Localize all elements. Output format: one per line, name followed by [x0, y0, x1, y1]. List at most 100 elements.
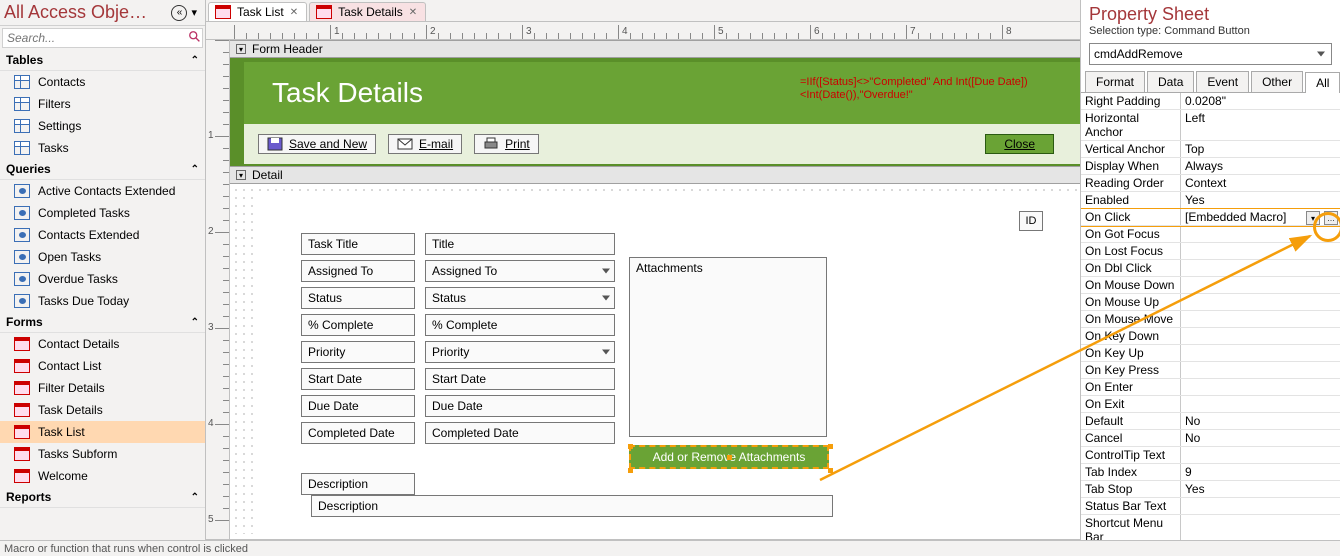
property-value[interactable]: No	[1181, 430, 1340, 446]
property-row[interactable]: Tab Index9	[1081, 464, 1340, 481]
field-label[interactable]: % Complete	[301, 314, 415, 336]
property-row[interactable]: Status Bar Text	[1081, 498, 1340, 515]
property-row[interactable]: On Mouse Down	[1081, 277, 1340, 294]
field-control[interactable]: Due Date	[425, 395, 615, 417]
property-row[interactable]: On Key Up	[1081, 345, 1340, 362]
property-value[interactable]: Context	[1181, 175, 1340, 191]
property-row[interactable]: DefaultNo	[1081, 413, 1340, 430]
property-row[interactable]: On Lost Focus	[1081, 243, 1340, 260]
property-value[interactable]: Always	[1181, 158, 1340, 174]
property-value[interactable]	[1181, 447, 1340, 463]
section-bar-form-header[interactable]: ▾ Form Header	[230, 40, 1080, 58]
property-row[interactable]: Display WhenAlways	[1081, 158, 1340, 175]
property-row[interactable]: On Enter	[1081, 379, 1340, 396]
property-row[interactable]: CancelNo	[1081, 430, 1340, 447]
nav-section-forms[interactable]: Forms⌃	[0, 312, 205, 333]
id-textbox[interactable]: ID	[1019, 211, 1043, 231]
property-value[interactable]: Yes	[1181, 481, 1340, 497]
property-value[interactable]: No	[1181, 413, 1340, 429]
close-icon[interactable]: ✕	[409, 7, 417, 18]
nav-item[interactable]: Completed Tasks	[0, 202, 205, 224]
property-row[interactable]: On Dbl Click	[1081, 260, 1340, 277]
property-value[interactable]	[1181, 243, 1340, 259]
property-row[interactable]: EnabledYes	[1081, 192, 1340, 209]
property-tab[interactable]: Other	[1251, 71, 1303, 92]
property-tab[interactable]: Format	[1085, 71, 1145, 92]
property-tab[interactable]: All	[1305, 72, 1340, 93]
property-value[interactable]: 0.0208"	[1181, 93, 1340, 109]
property-grid[interactable]: Right Padding0.0208"Horizontal AnchorLef…	[1081, 93, 1340, 556]
property-row[interactable]: Vertical AnchorTop	[1081, 141, 1340, 158]
property-value[interactable]	[1181, 396, 1340, 412]
dropdown-icon[interactable]: ▾	[1306, 211, 1320, 225]
builder-button-icon[interactable]: …	[1324, 211, 1338, 225]
nav-item[interactable]: Settings	[0, 115, 205, 137]
property-row[interactable]: On Key Down	[1081, 328, 1340, 345]
field-label[interactable]: Task Title	[301, 233, 415, 255]
attachments-control[interactable]: Attachments	[629, 257, 827, 437]
field-label[interactable]: Start Date	[301, 368, 415, 390]
search-input[interactable]	[3, 29, 188, 47]
nav-item[interactable]: Task List	[0, 421, 205, 443]
vertical-ruler[interactable]: 12345	[206, 40, 230, 539]
nav-item[interactable]: Tasks Due Today	[0, 290, 205, 312]
description-label[interactable]: Description	[301, 473, 415, 495]
nav-item[interactable]: Filters	[0, 93, 205, 115]
property-value[interactable]	[1181, 260, 1340, 276]
property-value[interactable]: 9	[1181, 464, 1340, 480]
object-selector-combo[interactable]: cmdAddRemove	[1089, 43, 1332, 65]
field-label[interactable]: Due Date	[301, 395, 415, 417]
property-value[interactable]: Yes	[1181, 192, 1340, 208]
property-value[interactable]: Top	[1181, 141, 1340, 157]
property-value[interactable]	[1181, 277, 1340, 293]
email-button[interactable]: E-mail	[388, 134, 462, 154]
property-row[interactable]: On Exit	[1081, 396, 1340, 413]
nav-menu-chevron-icon[interactable]: ▾	[187, 6, 201, 19]
document-tab[interactable]: Task Details✕	[309, 2, 426, 21]
field-control[interactable]: Start Date	[425, 368, 615, 390]
nav-item[interactable]: Filter Details	[0, 377, 205, 399]
property-value[interactable]	[1181, 294, 1340, 310]
nav-section-queries[interactable]: Queries⌃	[0, 159, 205, 180]
property-row[interactable]: Tab StopYes	[1081, 481, 1340, 498]
property-value[interactable]	[1181, 362, 1340, 378]
nav-item[interactable]: Contacts Extended	[0, 224, 205, 246]
property-value[interactable]	[1181, 328, 1340, 344]
nav-item[interactable]: Active Contacts Extended	[0, 180, 205, 202]
field-label[interactable]: Completed Date	[301, 422, 415, 444]
nav-item[interactable]: Welcome	[0, 465, 205, 487]
nav-item[interactable]: Contact Details	[0, 333, 205, 355]
field-control[interactable]: Status	[425, 287, 615, 309]
nav-item[interactable]: Contacts	[0, 71, 205, 93]
nav-collapse-icon[interactable]: «	[171, 5, 187, 21]
nav-section-reports[interactable]: Reports⌃	[0, 487, 205, 508]
property-value[interactable]	[1181, 311, 1340, 327]
field-control[interactable]: Priority	[425, 341, 615, 363]
description-textbox[interactable]: Description	[311, 495, 833, 517]
property-value[interactable]: [Embedded Macro]▾…	[1181, 209, 1340, 225]
nav-item[interactable]: Tasks	[0, 137, 205, 159]
nav-search[interactable]	[2, 28, 203, 48]
nav-section-tables[interactable]: Tables⌃	[0, 50, 205, 71]
overdue-expression[interactable]: =IIf([Status]<>"Completed" And Int([Due …	[800, 76, 1060, 102]
search-icon[interactable]	[188, 30, 202, 47]
property-row[interactable]: On Click[Embedded Macro]▾…	[1081, 209, 1340, 226]
property-row[interactable]: ControlTip Text	[1081, 447, 1340, 464]
property-row[interactable]: Right Padding0.0208"	[1081, 93, 1340, 110]
property-value[interactable]	[1181, 498, 1340, 514]
horizontal-ruler[interactable]: 12345678	[206, 22, 1080, 40]
field-control[interactable]: Assigned To	[425, 260, 615, 282]
property-row[interactable]: On Mouse Move	[1081, 311, 1340, 328]
property-tab[interactable]: Data	[1147, 71, 1194, 92]
property-value[interactable]: Left	[1181, 110, 1340, 140]
nav-item[interactable]: Task Details	[0, 399, 205, 421]
nav-item[interactable]: Overdue Tasks	[0, 268, 205, 290]
field-control[interactable]: Completed Date	[425, 422, 615, 444]
field-control[interactable]: % Complete	[425, 314, 615, 336]
save-and-new-button[interactable]: Save and New	[258, 134, 376, 154]
nav-item[interactable]: Tasks Subform	[0, 443, 205, 465]
field-control[interactable]: Title	[425, 233, 615, 255]
property-value[interactable]	[1181, 345, 1340, 361]
field-label[interactable]: Assigned To	[301, 260, 415, 282]
property-value[interactable]	[1181, 379, 1340, 395]
